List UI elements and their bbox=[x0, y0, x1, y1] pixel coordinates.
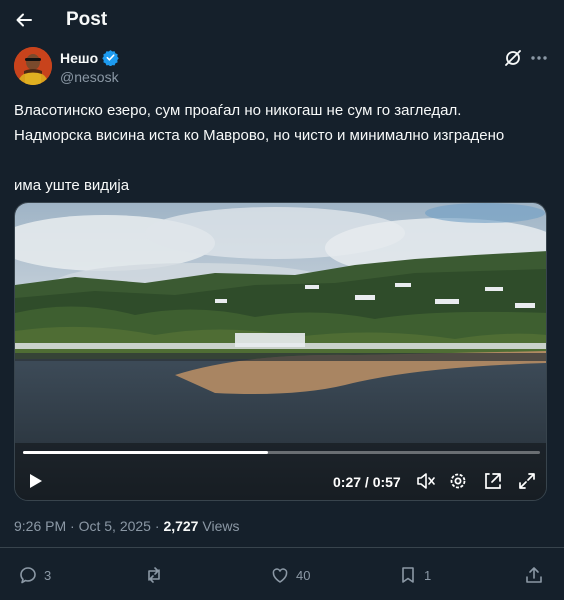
back-button[interactable] bbox=[10, 6, 38, 34]
verified-badge-icon bbox=[102, 50, 119, 66]
tweet-text: Власотинско езеро, сум проаѓал но никога… bbox=[14, 98, 554, 198]
mute-button[interactable] bbox=[415, 471, 435, 496]
video-progress-bar[interactable] bbox=[23, 451, 540, 454]
bookmark-button[interactable]: 1 bbox=[398, 565, 431, 585]
tweet-line: Надморска висина иста ко Маврово, но чис… bbox=[14, 127, 505, 144]
fullscreen-icon bbox=[519, 473, 535, 489]
author-name-row[interactable]: Нешо bbox=[60, 49, 119, 66]
avatar[interactable] bbox=[14, 47, 52, 85]
video-player[interactable]: 0:27 / 0:57 bbox=[14, 202, 547, 501]
pip-icon bbox=[485, 473, 501, 489]
more-options-button[interactable] bbox=[529, 48, 549, 68]
reply-button[interactable]: 3 bbox=[18, 565, 51, 585]
repost-icon bbox=[148, 567, 160, 583]
like-count: 40 bbox=[296, 567, 311, 583]
reply-icon bbox=[20, 567, 36, 584]
share-button[interactable] bbox=[524, 565, 544, 585]
video-time: 0:27 / 0:57 bbox=[333, 474, 401, 490]
meta-separator: · bbox=[154, 518, 160, 534]
back-arrow-icon bbox=[16, 13, 32, 27]
tweet-line: има уште видија bbox=[14, 177, 130, 194]
tweet-line: Власотинско езеро, сум проаѓал но никога… bbox=[14, 102, 462, 119]
mute-icon bbox=[417, 473, 435, 489]
settings-button[interactable] bbox=[448, 471, 468, 496]
repost-button[interactable] bbox=[144, 565, 170, 585]
post-date[interactable]: Oct 5, 2025 bbox=[79, 518, 151, 534]
like-button[interactable]: 40 bbox=[270, 565, 310, 585]
divider bbox=[0, 547, 564, 548]
avatar-image bbox=[14, 47, 52, 85]
page-title: Post bbox=[66, 9, 108, 30]
grok-icon bbox=[505, 50, 521, 66]
settings-icon bbox=[450, 473, 466, 489]
top-bar: Post bbox=[0, 0, 564, 40]
like-icon bbox=[272, 568, 288, 583]
picture-in-picture-button[interactable] bbox=[483, 471, 503, 496]
post-time[interactable]: 9:26 PM bbox=[14, 518, 66, 534]
bookmark-count: 1 bbox=[424, 567, 432, 583]
video-progress-fill bbox=[23, 451, 268, 454]
author-handle[interactable]: @nesosk bbox=[60, 69, 119, 85]
reply-count: 3 bbox=[44, 567, 52, 583]
meta-separator: · bbox=[70, 518, 75, 534]
more-icon bbox=[531, 56, 547, 60]
play-button[interactable] bbox=[25, 471, 45, 496]
author-name[interactable]: Нешо bbox=[60, 50, 98, 66]
post-meta: 9:26 PM · Oct 5, 2025 · 2,727 Views bbox=[14, 518, 239, 534]
fullscreen-button[interactable] bbox=[517, 471, 537, 496]
views-label: Views bbox=[202, 518, 240, 534]
video-frame bbox=[15, 203, 546, 500]
play-icon bbox=[30, 474, 42, 488]
bookmark-icon bbox=[402, 567, 414, 583]
grok-button[interactable] bbox=[503, 48, 523, 68]
share-icon bbox=[526, 567, 542, 583]
views-count: 2,727 bbox=[163, 518, 199, 534]
